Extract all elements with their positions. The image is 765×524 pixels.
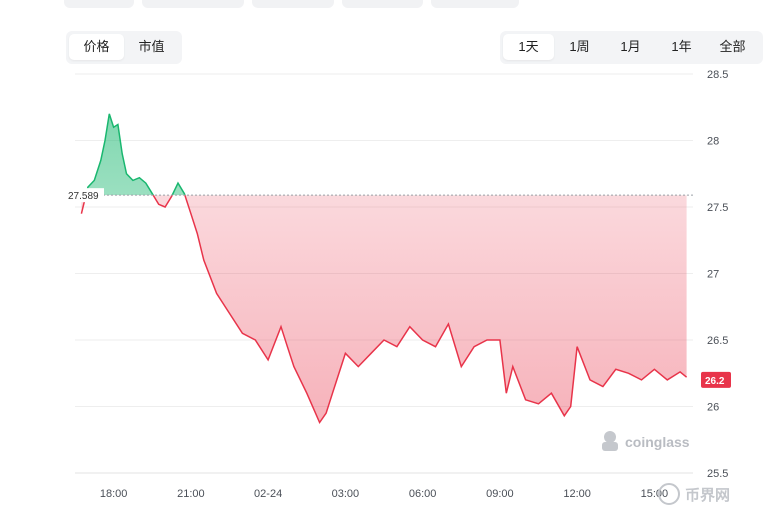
x-tick-label: 02-24 — [254, 488, 282, 500]
y-tick-label: 27.5 — [707, 202, 728, 214]
current-price-tag: 26.2 — [701, 371, 731, 388]
watermark-text: coinglass — [625, 434, 690, 450]
area-below-reference — [81, 195, 687, 423]
reference-label: 27.589 — [68, 191, 99, 202]
x-tick-label: 12:00 — [563, 488, 591, 500]
coinglass-watermark: coinglass — [602, 431, 690, 451]
y-tick-label: 28.5 — [707, 69, 728, 81]
x-tick-label: 21:00 — [177, 488, 205, 500]
price-area — [81, 113, 687, 423]
x-tick-label: 06:00 — [409, 488, 437, 500]
y-tick-label: 26 — [707, 402, 719, 414]
x-tick-label: 15:00 — [641, 488, 669, 500]
y-tick-label: 28 — [707, 136, 719, 148]
x-tick-label: 18:00 — [100, 488, 128, 500]
site-watermark-text: 币界网 — [685, 487, 730, 504]
y-tick-label: 27 — [707, 269, 719, 281]
coinglass-logo-icon — [604, 431, 616, 443]
current-price-label: 26.2 — [705, 376, 725, 387]
y-axis: 25.5 26 26.5 27 27.5 28 28.5 — [707, 69, 728, 480]
coinglass-logo-base — [602, 442, 618, 451]
x-tick-label: 03:00 — [332, 488, 360, 500]
y-tick-label: 25.5 — [707, 468, 728, 480]
x-tick-label: 09:00 — [486, 488, 514, 500]
price-chart[interactable]: 27.589 25.5 26 26.5 27 27.5 28 28.5 18:00 21:00… — [0, 0, 765, 524]
site-watermark: 币界网 — [658, 483, 730, 505]
y-tick-label: 26.5 — [707, 335, 728, 347]
x-axis: 18:00 21:00 02-24 03:00 06:00 09:00 12:00 15:00 — [100, 488, 668, 500]
